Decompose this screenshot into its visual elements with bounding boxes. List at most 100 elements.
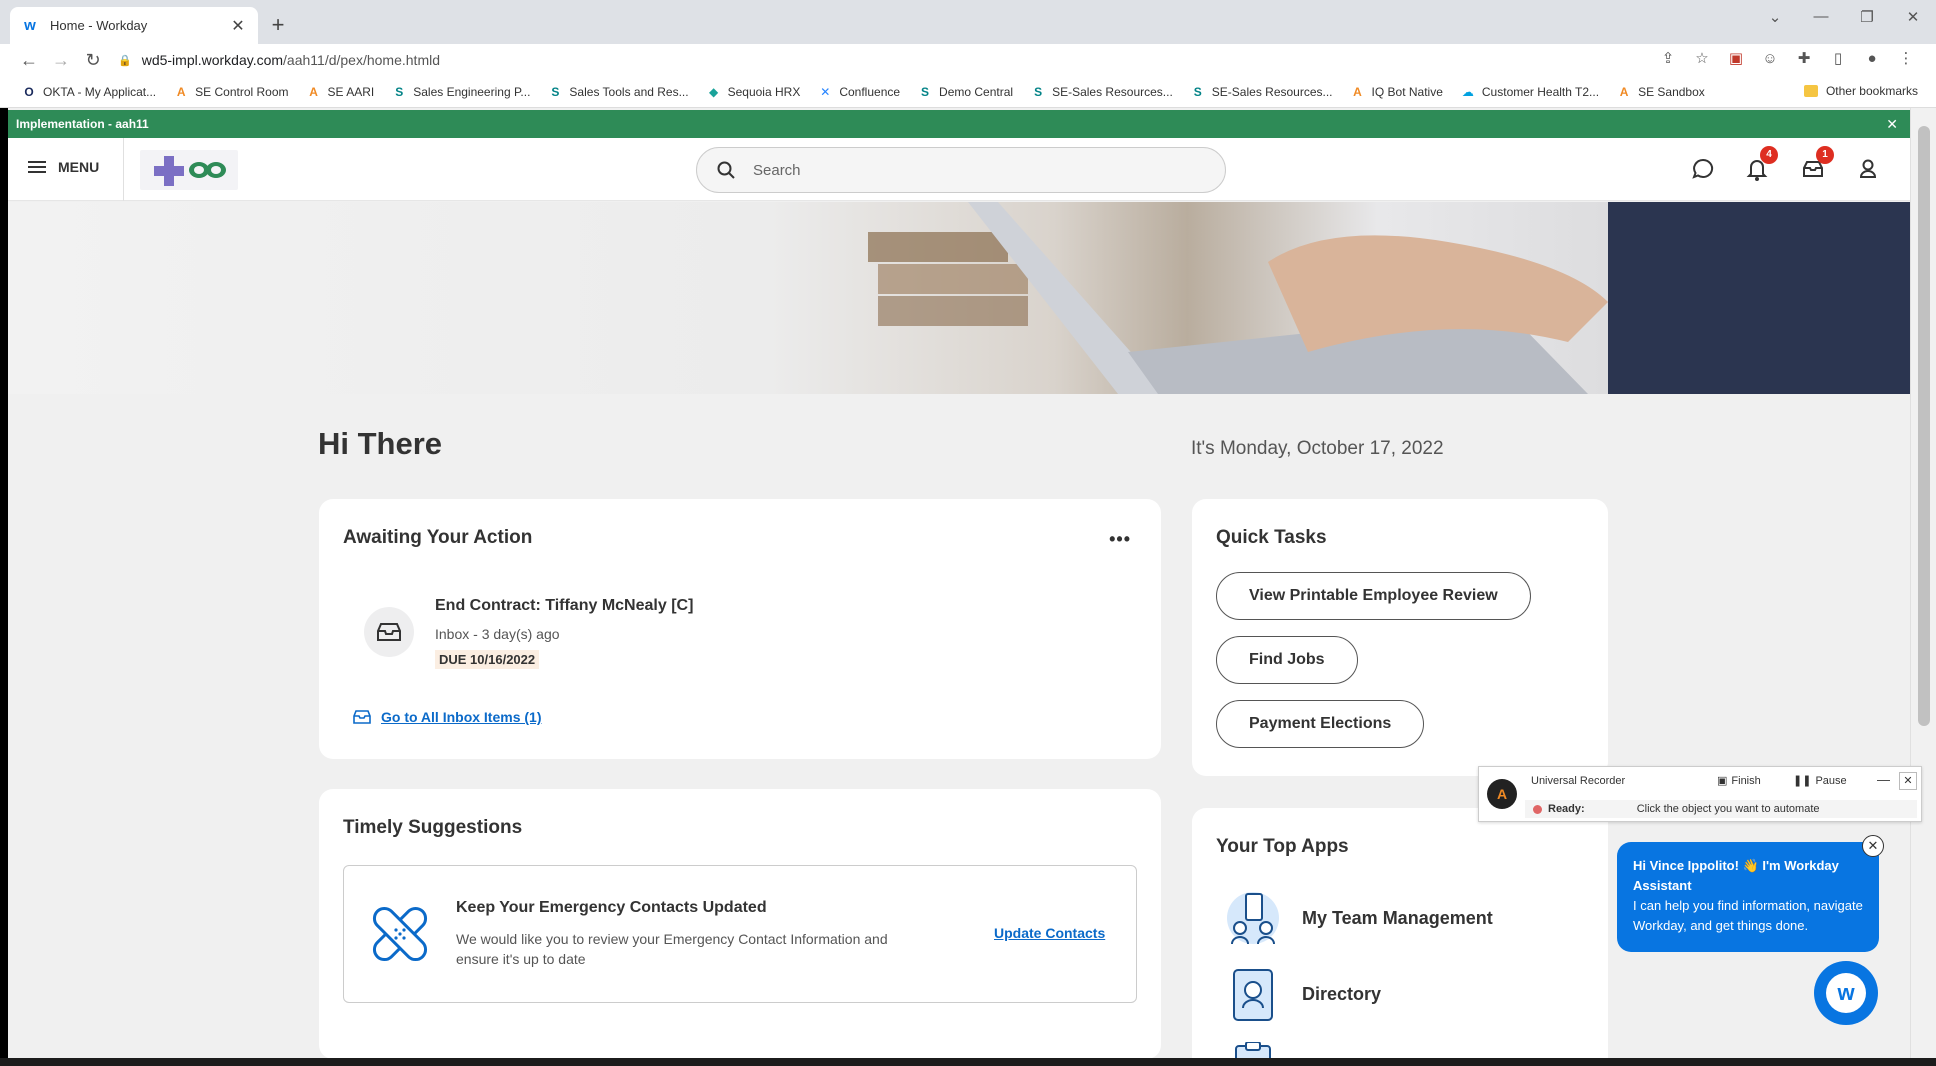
workday-header: MENU Search 4 1 <box>8 138 1910 201</box>
recorder-close-button[interactable]: ✕ <box>1899 772 1917 790</box>
bookmark-label: Demo Central <box>939 84 1014 99</box>
hamburger-icon <box>28 158 46 176</box>
greeting-title: Hi There <box>318 426 443 461</box>
hero-banner-image <box>8 202 1910 394</box>
url-path: /aah11/d/pex/home.htmld <box>283 52 440 68</box>
notifications-button[interactable]: 4 <box>1742 146 1778 184</box>
close-tab-icon[interactable]: ✕ <box>230 16 246 36</box>
assistant-greeting: Hi Vince Ippolito! 👋 I'm Workday Assista… <box>1633 858 1839 893</box>
recorder-status-label: Ready: <box>1548 803 1585 815</box>
salesforce-icon: ☁ <box>1461 84 1474 99</box>
app-label: Directory <box>1302 983 1382 1004</box>
more-options-icon[interactable]: ••• <box>1109 529 1131 550</box>
bookmark-label: SE-Sales Resources... <box>1211 84 1333 99</box>
bookmark-item[interactable]: ◆ Sequoia HRX <box>707 84 800 99</box>
recorder-title: Universal Recorder <box>1531 775 1626 787</box>
bookmark-item[interactable]: A SE AARI <box>307 84 375 99</box>
quick-tasks-title: Quick Tasks <box>1216 527 1327 548</box>
company-logo[interactable] <box>140 150 238 190</box>
browser-tab[interactable]: w Home - Workday ✕ <box>10 7 258 44</box>
find-jobs-button[interactable]: Find Jobs <box>1216 636 1358 684</box>
inbox-badge: 1 <box>1816 146 1834 164</box>
bookmark-item[interactable]: O OKTA - My Applicat... <box>22 85 156 99</box>
profile-button[interactable] <box>1853 154 1883 184</box>
bookmark-label: SE AARI <box>327 84 375 99</box>
bookmark-label: Customer Health T2... <box>1481 84 1600 99</box>
bookmark-item[interactable]: S Demo Central <box>918 85 1013 99</box>
new-tab-button[interactable]: + <box>268 12 288 38</box>
profile-avatar-icon[interactable]: ● <box>1862 48 1882 70</box>
close-banner-icon[interactable]: ✕ <box>1886 116 1898 133</box>
quick-tasks-card: Quick Tasks View Printable Employee Revi… <box>1192 499 1608 776</box>
reload-icon[interactable]: ↻ <box>80 48 106 72</box>
bookmark-star-icon[interactable]: ☆ <box>1692 48 1712 70</box>
close-window-button[interactable]: ✕ <box>1890 8 1936 26</box>
workday-assistant-bubble[interactable]: Hi Vince Ippolito! 👋 I'm Workday Assista… <box>1617 842 1879 952</box>
recorder-minimize-button[interactable]: — <box>1877 772 1890 787</box>
awaiting-action-title: Awaiting Your Action <box>343 527 533 548</box>
assistant-close-button[interactable]: ✕ <box>1862 835 1884 857</box>
bookmark-item[interactable]: ✕ Confluence <box>818 85 900 99</box>
minimize-window-button[interactable]: — <box>1798 8 1844 26</box>
app-label: My Team Management <box>1302 907 1493 928</box>
bookmark-item[interactable]: S Sales Tools and Res... <box>548 85 688 99</box>
workday-assistant-button[interactable]: w <box>1814 961 1878 1025</box>
bookmark-item[interactable]: S Sales Engineering P... <box>392 85 530 99</box>
search-input[interactable]: Search <box>696 147 1226 193</box>
tab-search-icon[interactable]: ⌄ <box>1752 8 1798 26</box>
extension-red-icon[interactable]: ▣ <box>1726 48 1746 70</box>
update-contacts-link[interactable]: Update Contacts <box>994 925 1105 941</box>
chat-bubble-icon <box>1692 158 1714 179</box>
other-bookmarks-button[interactable]: Other bookmarks <box>1803 84 1918 98</box>
scrollbar-thumb[interactable] <box>1918 126 1930 726</box>
suggestion-item: Keep Your Emergency Contacts Updated We … <box>343 865 1137 1003</box>
recorder-pause-button[interactable]: ❚❚ Pause <box>1793 774 1847 788</box>
bookmark-label: Confluence <box>839 84 901 99</box>
finish-label: Finish <box>1731 774 1761 787</box>
bookmark-item[interactable]: S SE-Sales Resources... <box>1031 85 1173 99</box>
recorder-status-bar: Ready: Click the object you want to auto… <box>1525 800 1917 818</box>
address-bar[interactable]: 🔒 wd5-impl.workday.com/aah11/d/pex/home.… <box>118 47 1718 73</box>
restore-window-button[interactable]: ❐ <box>1844 8 1890 26</box>
page-scrollbar[interactable] <box>1910 108 1936 1058</box>
bookmark-item[interactable]: A SE Control Room <box>174 84 289 99</box>
bookmark-label: Sales Tools and Res... <box>569 84 689 99</box>
top-apps-title: Your Top Apps <box>1216 836 1349 857</box>
chat-button[interactable] <box>1688 154 1718 184</box>
extensions-puzzle-icon[interactable]: ✚ <box>1794 48 1814 70</box>
menu-button[interactable]: MENU <box>28 158 99 176</box>
payment-elections-button[interactable]: Payment Elections <box>1216 700 1425 748</box>
os-taskbar <box>0 1058 1936 1066</box>
sharepoint-icon: S <box>1193 84 1202 99</box>
inbox-button[interactable]: 1 <box>1798 146 1834 184</box>
bookmark-item[interactable]: A IQ Bot Native <box>1351 85 1443 99</box>
inbox-link-icon <box>353 710 371 724</box>
back-icon[interactable]: ← <box>16 48 42 72</box>
sequoia-icon: ◆ <box>708 84 719 99</box>
side-panel-icon[interactable]: ▯ <box>1828 48 1848 70</box>
forward-icon[interactable]: → <box>48 48 74 72</box>
window-controls: ⌄ — ❐ ✕ <box>1752 8 1936 26</box>
bookmark-item[interactable]: S SE-Sales Resources... <box>1191 85 1333 99</box>
bookmark-item[interactable]: A SE Sandbox <box>1617 85 1705 99</box>
assistant-body: I can help you find information, navigat… <box>1633 898 1863 933</box>
okta-icon: O <box>24 84 34 99</box>
share-icon[interactable]: ⇪ <box>1658 48 1678 70</box>
bookmark-item[interactable]: ☁ Customer Health T2... <box>1461 85 1599 99</box>
go-to-inbox-link[interactable]: Go to All Inbox Items (1) <box>353 709 542 725</box>
extensions-bar: ⇪ ☆ ▣ ☺ ✚ ▯ ● ⋮ <box>1658 48 1916 70</box>
menu-label: MENU <box>58 159 100 175</box>
automation-anywhere-icon: A <box>1353 84 1362 99</box>
view-printable-employee-review-button[interactable]: View Printable Employee Review <box>1216 572 1531 620</box>
bookmark-label: SE Sandbox <box>1638 84 1705 99</box>
task-title-link[interactable]: End Contract: Tiffany McNealy [C] <box>435 597 693 615</box>
user-icon <box>1859 159 1877 178</box>
app-my-team-management[interactable]: My Team Management <box>1226 890 1493 946</box>
app-directory[interactable]: Directory <box>1226 966 1381 1022</box>
recorder-finish-button[interactable]: ▣ Finish <box>1717 774 1761 788</box>
extension-robot-icon[interactable]: ☺ <box>1760 48 1780 70</box>
bookmark-label: SE Control Room <box>195 84 289 99</box>
inbox-item-icon <box>364 607 414 657</box>
browser-menu-icon[interactable]: ⋮ <box>1896 48 1916 70</box>
finish-icon: ▣ <box>1717 775 1728 787</box>
